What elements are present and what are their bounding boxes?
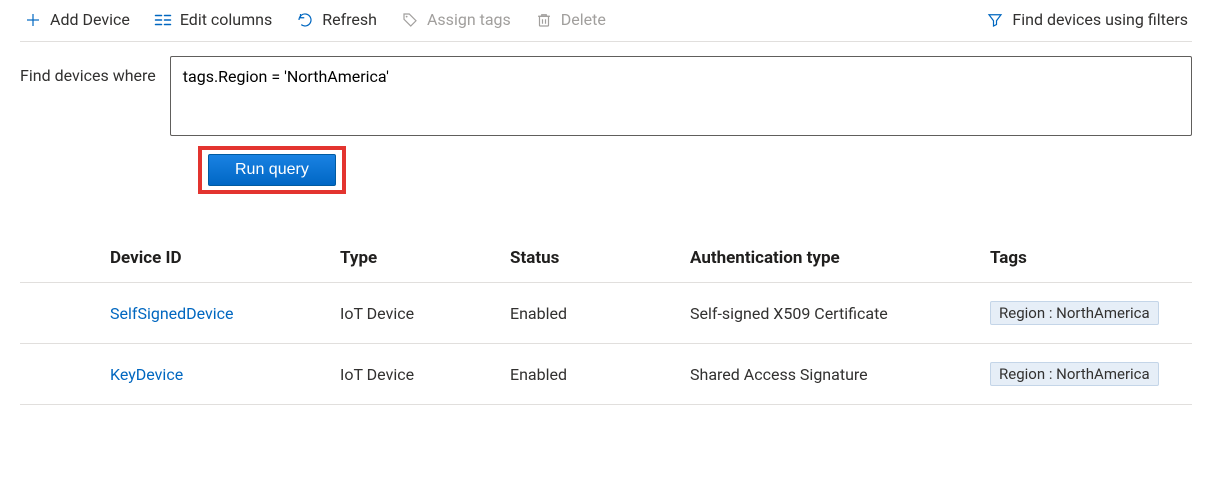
device-auth-cell: Shared Access Signature: [680, 344, 980, 405]
col-header-status[interactable]: Status: [500, 236, 680, 283]
add-device-label: Add Device: [50, 10, 130, 29]
device-type-cell: IoT Device: [330, 344, 500, 405]
trash-icon: [535, 11, 553, 29]
highlight-box: Run query: [198, 146, 346, 194]
table-header-row: Device ID Type Status Authentication typ…: [20, 236, 1192, 283]
columns-icon: [154, 13, 172, 27]
command-bar: Add Device Edit columns Refresh Assign: [20, 0, 1192, 42]
device-tag-chip: Region : NorthAmerica: [990, 301, 1159, 325]
device-id-link[interactable]: KeyDevice: [110, 365, 183, 384]
refresh-icon: [296, 11, 314, 29]
device-id-link[interactable]: SelfSignedDevice: [110, 304, 234, 323]
device-auth-cell: Self-signed X509 Certificate: [680, 283, 980, 344]
plus-icon: [24, 11, 42, 29]
query-label: Find devices where: [20, 56, 156, 85]
filter-icon: [986, 11, 1004, 29]
delete-label: Delete: [561, 10, 606, 29]
device-status-cell: Enabled: [500, 344, 680, 405]
delete-button: Delete: [531, 8, 610, 31]
run-query-row: Run query: [198, 146, 1192, 194]
devices-table: Device ID Type Status Authentication typ…: [20, 236, 1192, 405]
assign-tags-button: Assign tags: [397, 8, 515, 31]
find-devices-filters-label: Find devices using filters: [1012, 10, 1188, 29]
device-tag-chip: Region : NorthAmerica: [990, 362, 1159, 386]
find-devices-filters-button[interactable]: Find devices using filters: [982, 8, 1192, 31]
query-input[interactable]: [170, 56, 1192, 136]
table-row: SelfSignedDevice IoT Device Enabled Self…: [20, 283, 1192, 344]
col-header-tags[interactable]: Tags: [980, 236, 1192, 283]
refresh-button[interactable]: Refresh: [292, 8, 381, 31]
tag-icon: [401, 11, 419, 29]
table-row: KeyDevice IoT Device Enabled Shared Acce…: [20, 344, 1192, 405]
col-header-auth[interactable]: Authentication type: [680, 236, 980, 283]
col-header-type[interactable]: Type: [330, 236, 500, 283]
device-type-cell: IoT Device: [330, 283, 500, 344]
refresh-label: Refresh: [322, 10, 377, 29]
edit-columns-button[interactable]: Edit columns: [150, 8, 276, 31]
assign-tags-label: Assign tags: [427, 10, 511, 29]
query-row: Find devices where: [20, 56, 1192, 136]
add-device-button[interactable]: Add Device: [20, 8, 134, 31]
col-header-device-id[interactable]: Device ID: [20, 236, 330, 283]
edit-columns-label: Edit columns: [180, 10, 272, 29]
device-status-cell: Enabled: [500, 283, 680, 344]
run-query-button[interactable]: Run query: [208, 154, 336, 186]
